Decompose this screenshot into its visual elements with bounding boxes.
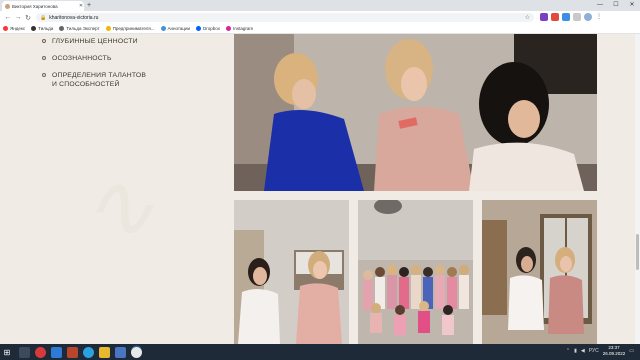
close-tab-icon[interactable]: ✕ [78,3,84,9]
bookmarks-bar: Яндекс Тильда Тильда Эксперт Предпринима… [0,24,640,34]
bookmark-yandex[interactable]: Яндекс [3,26,25,31]
reload-icon[interactable]: ↻ [23,14,33,22]
notifications-icon[interactable]: ▭ [629,348,634,354]
search-icon[interactable] [19,346,30,358]
clock-date: 26.09.2022 [602,351,626,356]
bookmark-label: Яндекс [10,26,26,31]
photo-main-gathering [234,34,597,191]
bookmark-dropbox[interactable]: Dropbox [196,26,220,31]
list-item: ГЛУБИННЫЕ ЦЕННОСТИ [42,37,146,46]
values-list: ГЛУБИННЫЕ ЦЕННОСТИ ОСОЗНАННОСТЬ ОПРЕДЕЛЕ… [42,37,146,97]
scrollbar-thumb[interactable] [636,234,639,270]
bookmark-favicon-icon [160,26,166,31]
extension-icon[interactable] [562,13,570,21]
menu-dots-icon[interactable]: ⋮ [595,13,603,21]
clock[interactable]: 23:37 26.09.2022 [603,345,626,357]
address-bar[interactable]: 🔒 kharitonova-victoria.ru ☆ [36,13,534,22]
close-window-button[interactable]: ✕ [624,0,640,11]
back-icon[interactable]: ← [3,14,13,21]
bookmark-tilda-expert[interactable]: Тильда Эксперт [59,26,100,31]
maximize-button[interactable]: ☐ [608,0,624,11]
dropbox-icon [196,26,202,31]
photo-group [358,200,473,344]
lock-icon[interactable]: 🔒 [40,15,46,21]
windows-start-icon[interactable]: ⊞ [0,348,14,357]
extension-icon[interactable] [540,13,548,21]
bookmark-label: Аннотации [167,26,191,31]
bookmark-entrepreneur[interactable]: Предпринимателя... [105,26,155,31]
system-tray: ⌃ ▮ ◀ РУС 23:37 26.09.2022 ▭ [566,345,634,357]
instagram-icon [226,26,232,31]
app-icon[interactable] [115,346,126,358]
extensions: ⋮ [540,13,603,21]
bookmark-label: Instagram [233,26,254,31]
bookmark-star-icon[interactable]: ☆ [525,14,530,21]
bookmark-favicon-icon [31,26,37,31]
circle-bullet-icon [42,73,46,77]
forward-icon[interactable]: → [13,14,23,21]
windows-taskbar: ⊞ ⌃ ▮ ◀ РУС 23:37 26.09.2022 ▭ [0,344,640,360]
bookmark-instagram[interactable]: Instagram [226,26,253,31]
browser-toolbar: ← → ↻ 🔒 kharitonova-victoria.ru ☆ ⋮ [0,11,640,24]
extension-icon[interactable] [551,13,559,21]
bookmark-annotations[interactable]: Аннотации [160,26,191,31]
puzzle-icon[interactable] [573,13,581,21]
url-text: kharitonova-victoria.ru [49,14,99,21]
bookmark-label: Тильда Эксперт [66,26,100,31]
list-item: ОПРЕДЕЛЕНИЯ ТАЛАНТОВ И СПОСОБНОСТЕЙ [42,71,146,89]
page-content: ∿ ГЛУБИННЫЕ ЦЕННОСТИ ОСОЗНАННОСТЬ ОПРЕДЕ… [0,34,640,344]
list-item: ОСОЗНАННОСТЬ [42,54,146,63]
bookmark-favicon-icon [3,26,8,31]
bookmark-favicon-icon [105,26,111,31]
bookmark-label: Предпринимателя... [112,26,155,31]
opera-icon[interactable] [35,346,46,358]
browser-tab[interactable]: Виктория Харитонова ✕ [2,1,84,11]
chrome-icon[interactable] [131,346,142,358]
photo-two-women-window [482,200,597,344]
volume-icon[interactable]: ◀ [581,348,585,354]
tab-strip: Виктория Харитонова ✕ + — ☐ ✕ [0,0,640,11]
bookmark-label: Dropbox [203,26,221,31]
profile-avatar[interactable] [584,13,592,21]
new-tab-button[interactable]: + [87,1,91,10]
powerpoint-icon[interactable] [67,346,78,358]
bookmark-favicon-icon [59,26,65,31]
background-ornament: ∿ [80,154,156,259]
minimize-button[interactable]: — [592,0,608,11]
page-scrollbar[interactable] [635,34,640,344]
bookmark-label: Тильда [38,26,54,31]
window-controls: — ☐ ✕ [592,0,640,11]
photo-two-women [234,200,349,344]
circle-bullet-icon [42,39,46,43]
chevron-up-icon[interactable]: ⌃ [566,348,570,354]
word-icon[interactable] [51,346,62,358]
bookmark-tilda[interactable]: Тильда [31,26,53,31]
circle-bullet-icon [42,56,46,60]
language-indicator[interactable]: РУС [589,348,599,354]
telegram-icon[interactable] [83,346,94,358]
site-favicon-icon [5,3,10,9]
tab-title: Виктория Харитонова [12,3,58,9]
network-icon[interactable]: ▮ [574,348,577,354]
folder-icon[interactable] [99,346,110,358]
